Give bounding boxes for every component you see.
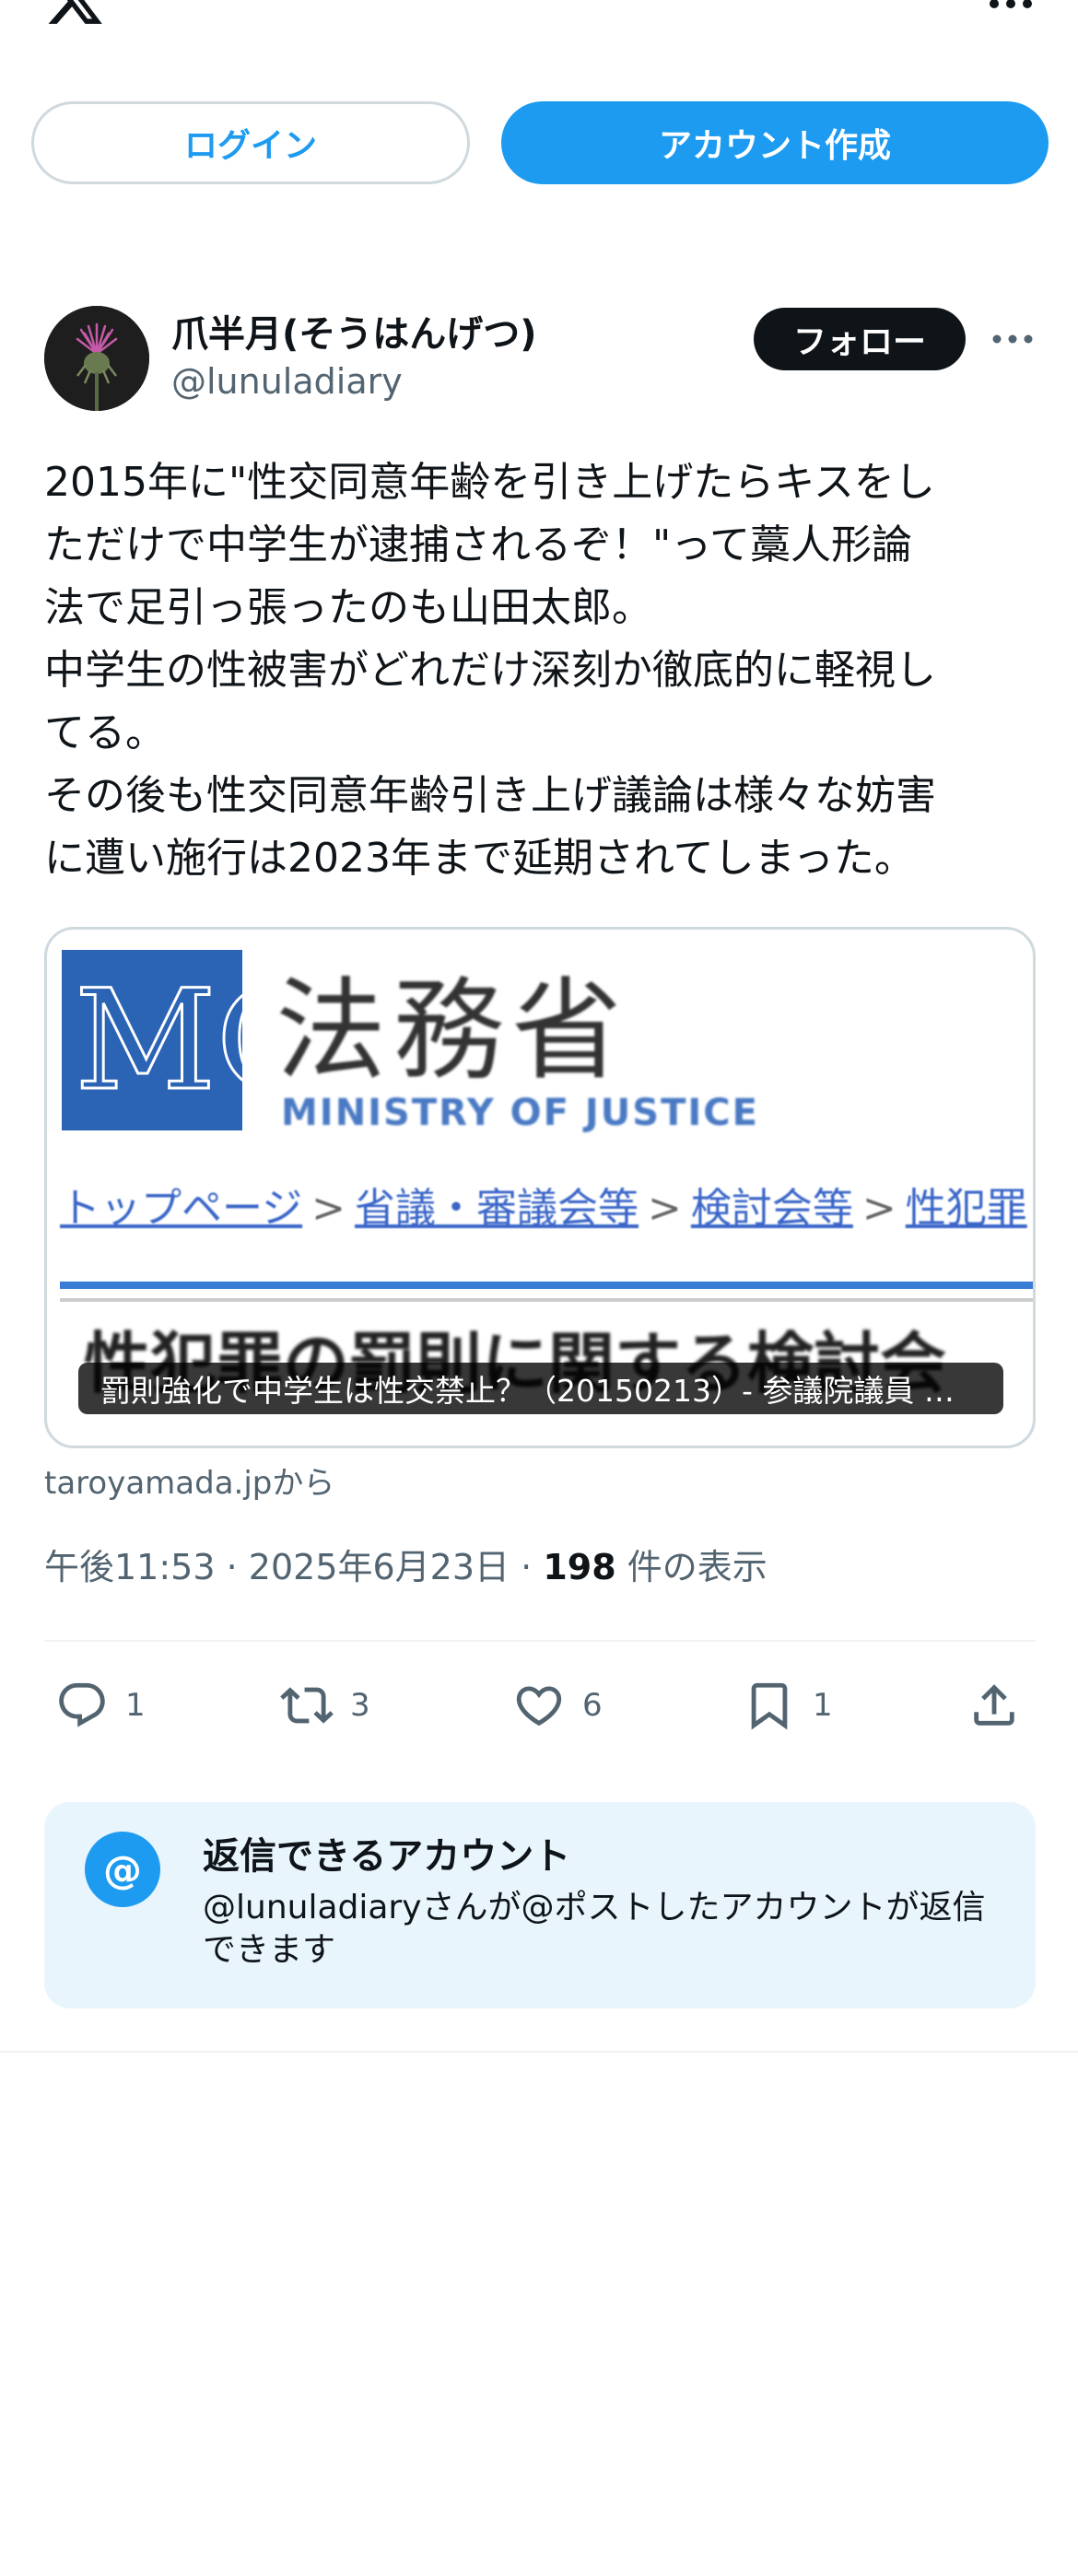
chevron-right-icon: > — [648, 1185, 682, 1232]
mention-icon: @ — [85, 1832, 160, 1907]
reply-button[interactable]: 1 — [55, 1673, 146, 1738]
post-text-line: その後も性交同意年齢引き上げ議論は様々な妨害 — [44, 772, 936, 819]
divider — [60, 1282, 1033, 1289]
breadcrumb-item: 性犯罪 — [905, 1185, 1027, 1232]
action-bar: 1 3 6 1 — [44, 1673, 1036, 1738]
breadcrumb-item: 省議・審議会等 — [355, 1185, 639, 1232]
auth-buttons: ログイン アカウント作成 — [31, 101, 1049, 184]
chevron-right-icon: > — [861, 1185, 896, 1232]
share-icon — [974, 1684, 1014, 1726]
breadcrumb-item: トップページ — [60, 1185, 303, 1232]
post-text-line: ただけで中学生が逮捕されるぞ！"って藁人形論 — [44, 521, 913, 568]
more-horizontal-icon[interactable] — [988, 0, 1034, 15]
breadcrumb: トップページ > 省議・審議会等 > 検討会等 > 性犯罪 — [60, 1175, 1027, 1234]
divider — [0, 2051, 1078, 2053]
like-count: 6 — [582, 1687, 603, 1724]
divider — [44, 1640, 1036, 1642]
reply-count: 1 — [125, 1687, 146, 1724]
moj-logo: MOJ — [62, 950, 386, 1130]
login-button[interactable]: ログイン — [31, 101, 470, 184]
share-button[interactable] — [967, 1673, 1037, 1738]
post-date[interactable]: 2025年6月23日 — [249, 1547, 510, 1587]
follow-button[interactable]: フォロー — [754, 308, 966, 370]
ministry-name: 法務省 — [275, 967, 629, 1095]
link-card[interactable]: MOJ 法務省 MINISTRY OF JUSTICE トップページ>省議・審議… — [44, 927, 1036, 1448]
post-text-line: 法で足引っ張ったのも山田太郎。 — [44, 584, 652, 631]
avatar[interactable] — [44, 306, 149, 411]
ministry-name-en: MINISTRY OF JUSTICE — [281, 1092, 759, 1134]
thistle-flower-icon — [44, 306, 149, 411]
link-card-source[interactable]: taroyamada.jpから — [44, 1458, 334, 1503]
views-count: 198 — [543, 1547, 616, 1587]
reply-icon — [59, 1682, 105, 1727]
reply-settings-description: @lunuladiaryさんが@ポストしたアカウントが返信できます — [203, 1889, 986, 1969]
author-handle[interactable]: @lunuladiary — [171, 361, 403, 402]
breadcrumb-item: 検討会等 — [690, 1185, 853, 1232]
bookmark-count: 1 — [813, 1687, 833, 1724]
link-card-caption: 罰則強化で中学生は性交禁止？（20150213）- 参議院議員 山田太郎 — [78, 1363, 1003, 1414]
post-time[interactable]: 午後11:53 — [44, 1547, 216, 1587]
post-text-line: てる。 — [44, 709, 166, 756]
top-bar — [0, 0, 1078, 55]
repost-count: 3 — [350, 1687, 370, 1724]
meta-separator: · — [226, 1547, 238, 1587]
reply-settings-title: 返信できるアカウント — [203, 1835, 571, 1878]
bookmark-button[interactable]: 1 — [743, 1673, 833, 1738]
repost-button[interactable]: 3 — [280, 1673, 370, 1738]
views-label: 件の表示 — [627, 1547, 767, 1587]
post-meta: 午後11:53 · 2025年6月23日 · 198 件の表示 — [44, 1539, 767, 1589]
more-horizontal-icon[interactable] — [991, 330, 1034, 348]
divider — [60, 1298, 1033, 1302]
like-button[interactable]: 6 — [512, 1673, 603, 1738]
post-text-line: に遭い施行は2023年まで延期されてしまった。 — [44, 835, 915, 882]
chevron-right-icon: > — [311, 1185, 346, 1232]
meta-separator: · — [521, 1547, 533, 1587]
reply-settings-box: @ 返信できるアカウント @lunuladiaryさんが@ポストしたアカウントが… — [44, 1802, 1036, 2008]
x-logo-icon[interactable] — [44, 0, 105, 29]
signup-button[interactable]: アカウント作成 — [501, 101, 1049, 184]
post-text-line: 2015年に"性交同意年齢を引き上げたらキスをし — [44, 459, 935, 506]
post-text-line: 中学生の性被害がどれだけ深刻か徹底的に軽視し — [44, 647, 936, 694]
svg-text:MOJ: MOJ — [75, 961, 242, 1121]
bookmark-icon — [751, 1682, 788, 1730]
repost-icon — [280, 1687, 334, 1724]
post-text: 2015年に"性交同意年齢を引き上げたらキスをし ただけで中学生が逮捕されるぞ！… — [44, 451, 1039, 890]
link-card-caption-text: 罰則強化で中学生は性交禁止？（20150213）- 参議院議員 山田太郎 — [100, 1373, 981, 1409]
heart-icon — [516, 1686, 562, 1727]
author-name[interactable]: 爪半月(そうはんげつ) — [171, 304, 537, 357]
